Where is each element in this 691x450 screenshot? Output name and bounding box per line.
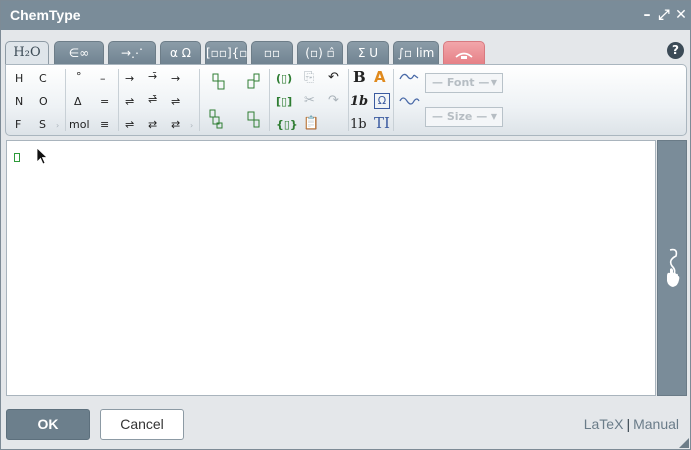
equilibrium-long-button[interactable]: ⇌ bbox=[125, 118, 134, 132]
tab-calculus[interactable]: ∫▫ lim bbox=[393, 41, 439, 65]
redo-icon[interactable]: ↷ bbox=[328, 94, 339, 108]
chevron-down-icon: ▼ bbox=[490, 112, 497, 121]
separator bbox=[348, 69, 349, 131]
formula-editor[interactable] bbox=[6, 140, 656, 396]
tab-symbols[interactable]: ∈∞ bbox=[54, 41, 104, 65]
single-bond-button[interactable]: – bbox=[100, 72, 106, 86]
element-o-button[interactable]: O bbox=[39, 95, 48, 109]
text-mode-button[interactable]: TI bbox=[374, 116, 390, 131]
post-subscript-icon[interactable] bbox=[247, 111, 261, 133]
italic-button[interactable]: 1b bbox=[350, 95, 368, 109]
bold-button[interactable]: B bbox=[353, 70, 366, 85]
separator bbox=[199, 69, 200, 131]
reversible-arrow-under-button[interactable]: ⇄ bbox=[171, 118, 180, 132]
element-n-button[interactable]: N bbox=[15, 95, 23, 109]
tab-scripts[interactable]: ▫▫ bbox=[251, 41, 293, 65]
footer-links: LaTeX | Manual bbox=[584, 416, 679, 432]
separator bbox=[65, 69, 66, 131]
square-brackets-button[interactable]: [▯] bbox=[276, 95, 292, 109]
tab-greek[interactable]: α Ω bbox=[160, 41, 201, 65]
equilibrium-button[interactable]: ⇌ bbox=[125, 95, 134, 109]
delta-button[interactable]: Δ bbox=[74, 95, 82, 109]
copy-icon[interactable]: ⎘ bbox=[304, 71, 314, 85]
separator bbox=[393, 69, 394, 131]
size-select[interactable]: — Size — ▼ bbox=[425, 107, 503, 127]
special-tab-icon bbox=[455, 52, 473, 59]
paste-icon[interactable]: 📋 bbox=[303, 117, 319, 131]
window-title: ChemType bbox=[10, 7, 81, 23]
pre-superscript-icon[interactable] bbox=[212, 73, 226, 95]
roman-button[interactable]: 1b bbox=[350, 118, 367, 132]
title-bar[interactable]: ChemType – ⤢ ✕ bbox=[1, 1, 691, 30]
text-color-icon[interactable]: A bbox=[374, 70, 386, 85]
element-s-button[interactable]: S bbox=[39, 118, 46, 132]
size-select-label: — Size — bbox=[432, 110, 488, 123]
element-h-button[interactable]: H bbox=[15, 72, 23, 86]
maximize-icon[interactable]: ⤢ bbox=[656, 6, 672, 24]
reaction-arrow-button[interactable]: → bbox=[125, 72, 134, 86]
mol-button[interactable]: mol bbox=[69, 118, 90, 132]
resize-handle[interactable] bbox=[679, 438, 689, 448]
handwriting-hand-icon bbox=[667, 248, 680, 287]
triple-bond-button[interactable]: ≡ bbox=[100, 118, 109, 132]
curly-brackets-button[interactable]: {▯} bbox=[276, 118, 298, 132]
handwriting-panel-toggle[interactable] bbox=[657, 140, 687, 396]
reversible-arrow-button[interactable]: ⇄ bbox=[148, 118, 157, 132]
handwriting-icon[interactable] bbox=[398, 93, 420, 111]
expand-arrow-icon[interactable]: › bbox=[56, 119, 59, 133]
mouse-pointer-icon bbox=[36, 147, 48, 165]
pre-subscript-icon[interactable] bbox=[209, 109, 223, 133]
element-f-button[interactable]: F bbox=[15, 118, 21, 132]
ok-button[interactable]: OK bbox=[6, 409, 90, 440]
element-c-button[interactable]: C bbox=[39, 72, 47, 86]
separator bbox=[269, 69, 270, 131]
font-style-icon[interactable] bbox=[398, 69, 420, 87]
symbol-omega-icon[interactable]: Ω bbox=[374, 93, 390, 109]
link-separator: | bbox=[626, 416, 631, 432]
parentheses-button[interactable]: (▯) bbox=[276, 72, 292, 86]
tab-sums[interactable]: Σ U bbox=[347, 41, 389, 65]
cancel-button[interactable]: Cancel bbox=[100, 409, 184, 440]
reaction-arrow-over-button[interactable]: →̄ bbox=[148, 70, 157, 84]
tab-arrows[interactable]: →⋰ bbox=[108, 41, 156, 65]
equilibrium-over-button[interactable]: ⇌̄ bbox=[148, 93, 157, 107]
tab-matrix[interactable]: [▫▫]{▫ bbox=[205, 41, 247, 65]
empty-placeholder-box bbox=[14, 153, 20, 162]
separator bbox=[118, 69, 119, 131]
font-select-label: — Font — bbox=[432, 76, 490, 89]
equilibrium-under-button[interactable]: ⇌ bbox=[171, 95, 180, 109]
undo-icon[interactable]: ↶ bbox=[328, 71, 339, 85]
toolbar: H C N O F S › ° – Δ = mol ≡ → →̄ → ⇌ ⇌̄ … bbox=[5, 64, 687, 136]
tab-brackets[interactable]: (▫) ▫̂ bbox=[297, 41, 343, 65]
degree-button[interactable]: ° bbox=[76, 70, 82, 84]
latex-link[interactable]: LaTeX bbox=[584, 416, 624, 432]
chevron-down-icon: ▼ bbox=[490, 78, 497, 87]
chemtype-window: ChemType – ⤢ ✕ H₂O ∈∞ →⋰ α Ω [▫▫]{▫ ▫▫ (… bbox=[0, 0, 691, 450]
tab-special[interactable] bbox=[443, 41, 485, 65]
reaction-arrow-under-button[interactable]: → bbox=[171, 72, 180, 86]
expand-arrow-icon[interactable]: › bbox=[190, 119, 193, 133]
double-bond-button[interactable]: = bbox=[100, 95, 109, 109]
help-icon[interactable]: ? bbox=[667, 42, 684, 59]
minimize-icon[interactable]: – bbox=[639, 6, 655, 24]
post-superscript-icon[interactable] bbox=[247, 73, 261, 95]
manual-link[interactable]: Manual bbox=[633, 416, 679, 432]
close-icon[interactable]: ✕ bbox=[673, 6, 689, 24]
cut-icon[interactable]: ✂ bbox=[304, 94, 315, 108]
font-select[interactable]: — Font — ▼ bbox=[425, 73, 503, 93]
